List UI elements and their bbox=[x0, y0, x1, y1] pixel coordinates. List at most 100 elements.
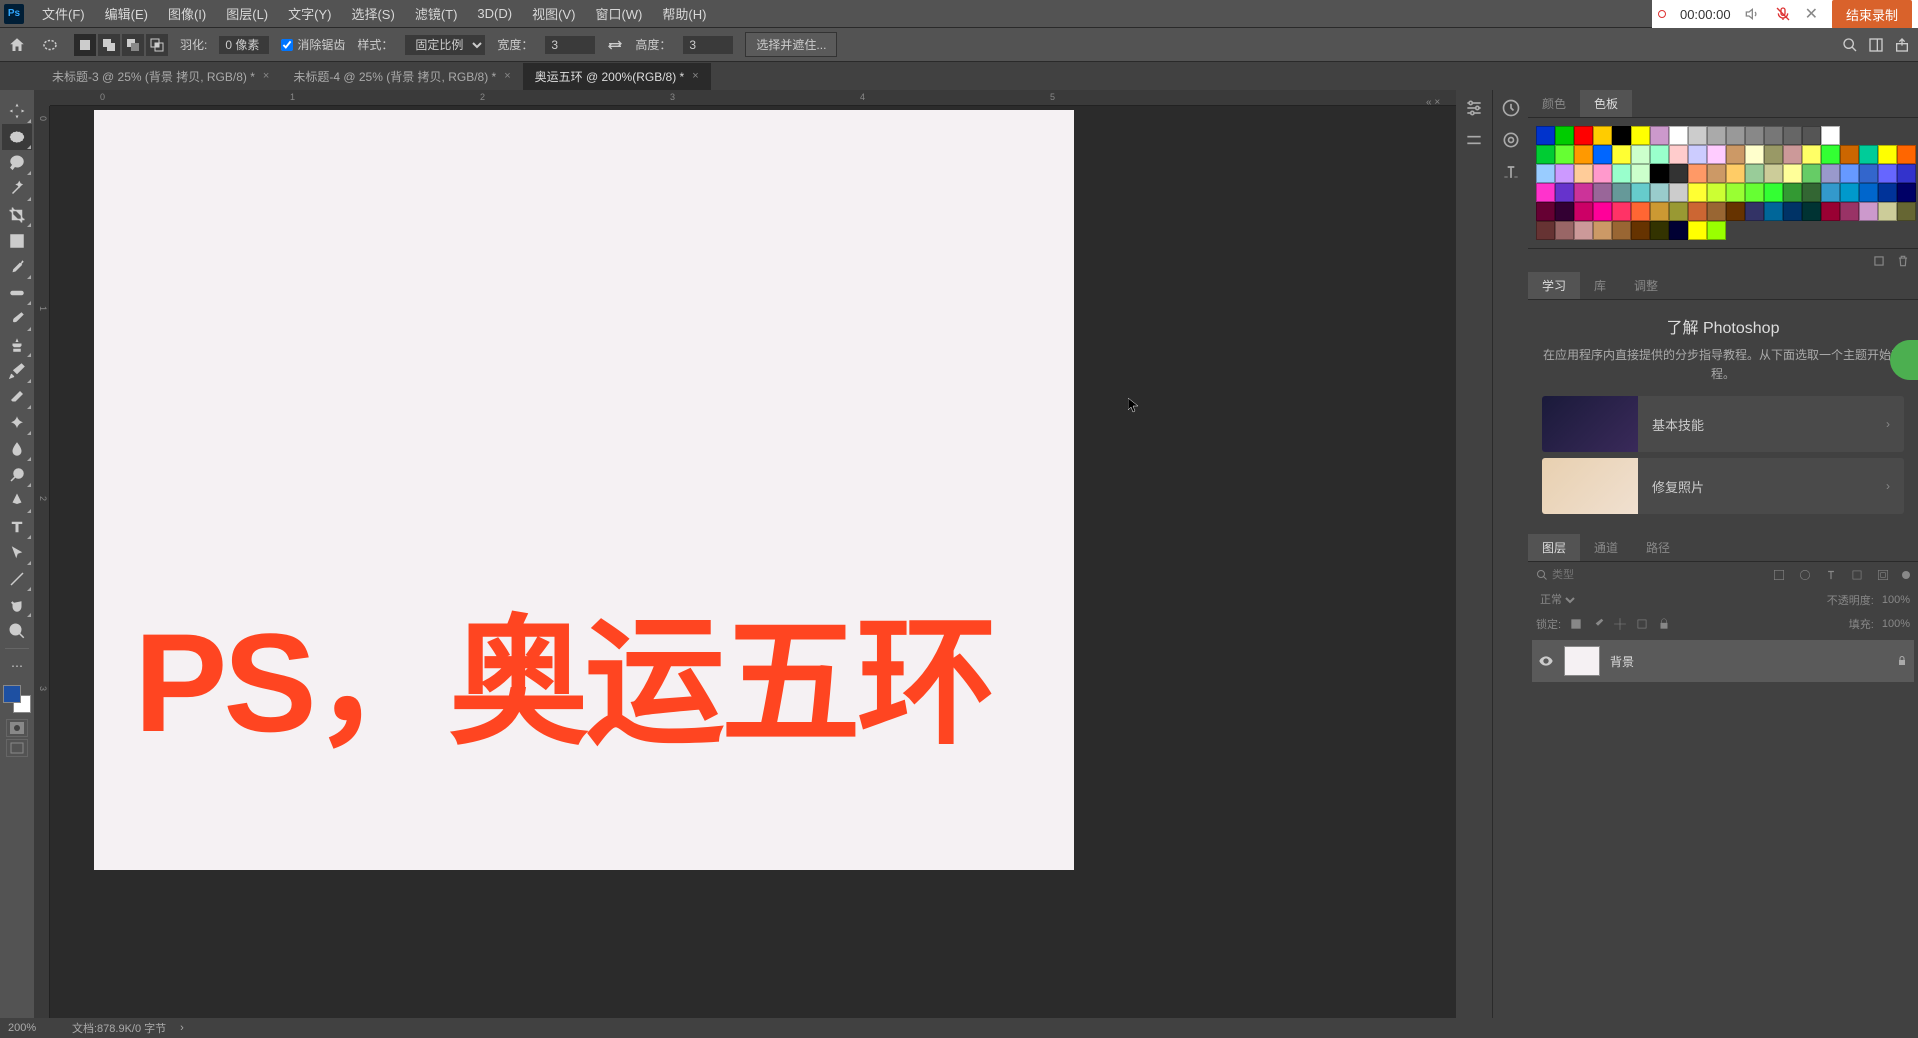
color-swatch[interactable] bbox=[1707, 164, 1726, 183]
color-swatch[interactable] bbox=[1536, 202, 1555, 221]
color-swatch[interactable] bbox=[1821, 183, 1840, 202]
doc-collapse-buttons[interactable]: « × bbox=[1426, 90, 1456, 114]
style-select[interactable]: 固定比例 bbox=[405, 35, 485, 55]
edit-toolbar-button[interactable]: ⋯ bbox=[2, 653, 32, 679]
eraser-tool[interactable] bbox=[2, 384, 32, 410]
sliders-icon[interactable] bbox=[1464, 130, 1484, 150]
color-swatch[interactable] bbox=[1897, 145, 1916, 164]
tab-color[interactable]: 颜色 bbox=[1528, 90, 1580, 117]
layer-name[interactable]: 背景 bbox=[1610, 653, 1886, 670]
color-swatch[interactable] bbox=[1764, 164, 1783, 183]
canvas[interactable] bbox=[94, 110, 1074, 870]
color-swatch[interactable] bbox=[1669, 221, 1688, 240]
screen-mode-button[interactable] bbox=[6, 739, 28, 757]
zoom-value[interactable]: 200% bbox=[8, 1022, 58, 1034]
healing-brush-tool[interactable] bbox=[2, 280, 32, 306]
color-swatch[interactable] bbox=[1688, 221, 1707, 240]
color-swatch[interactable] bbox=[1707, 221, 1726, 240]
tab-paths[interactable]: 路径 bbox=[1632, 534, 1684, 561]
menu-filter[interactable]: 滤镜(T) bbox=[405, 0, 468, 27]
color-swatch[interactable] bbox=[1726, 164, 1745, 183]
elliptical-marquee-tool[interactable] bbox=[2, 124, 32, 150]
home-icon[interactable] bbox=[8, 36, 26, 54]
tab-learn[interactable]: 学习 bbox=[1528, 272, 1580, 299]
color-swatch[interactable] bbox=[1593, 202, 1612, 221]
adjustments-icon[interactable] bbox=[1464, 98, 1484, 118]
speaker-icon[interactable] bbox=[1745, 6, 1761, 22]
close-icon[interactable]: × bbox=[263, 70, 269, 82]
color-swatch[interactable] bbox=[1859, 164, 1878, 183]
menu-help[interactable]: 帮助(H) bbox=[652, 0, 716, 27]
document-info[interactable]: 文档:878.9K/0 字节 bbox=[72, 1020, 166, 1036]
color-swatch[interactable] bbox=[1555, 183, 1574, 202]
recorder-close-button[interactable]: ✕ bbox=[1805, 4, 1818, 24]
color-swatch[interactable] bbox=[1859, 202, 1878, 221]
ruler-horizontal[interactable]: 0 1 2 3 4 5 bbox=[50, 90, 1456, 106]
color-swatch[interactable] bbox=[1726, 202, 1745, 221]
color-swatch[interactable] bbox=[1745, 145, 1764, 164]
color-swatch[interactable] bbox=[1745, 164, 1764, 183]
color-swatch[interactable] bbox=[1821, 126, 1840, 145]
menu-select[interactable]: 选择(S) bbox=[341, 0, 404, 27]
color-swatch[interactable] bbox=[1536, 183, 1555, 202]
color-swatch[interactable] bbox=[1669, 164, 1688, 183]
color-swatch[interactable] bbox=[1745, 126, 1764, 145]
selection-subtract-button[interactable] bbox=[122, 34, 144, 56]
color-swatch[interactable] bbox=[1536, 221, 1555, 240]
color-swatch[interactable] bbox=[1593, 183, 1612, 202]
selection-add-button[interactable] bbox=[98, 34, 120, 56]
color-swatch[interactable] bbox=[1536, 126, 1555, 145]
color-swatch[interactable] bbox=[1593, 164, 1612, 183]
workspace-icon[interactable] bbox=[1868, 37, 1884, 53]
select-and-mask-button[interactable]: 选择并遮住... bbox=[745, 32, 837, 57]
color-swatch[interactable] bbox=[1783, 145, 1802, 164]
color-swatch[interactable] bbox=[1840, 183, 1859, 202]
filter-adjustment-icon[interactable] bbox=[1798, 568, 1812, 582]
quick-mask-button[interactable] bbox=[6, 719, 28, 737]
learn-item-retouch[interactable]: 修复照片 › bbox=[1542, 458, 1904, 514]
color-swatch[interactable] bbox=[1821, 202, 1840, 221]
color-swatch[interactable] bbox=[1669, 126, 1688, 145]
color-swatch[interactable] bbox=[1688, 202, 1707, 221]
learn-item-basics[interactable]: 基本技能 › bbox=[1542, 396, 1904, 452]
color-swatch[interactable] bbox=[1669, 183, 1688, 202]
color-swatch[interactable] bbox=[1555, 164, 1574, 183]
menu-text[interactable]: 文字(Y) bbox=[278, 0, 341, 27]
color-swatch[interactable] bbox=[1631, 221, 1650, 240]
history-brush-tool[interactable] bbox=[2, 358, 32, 384]
lock-pixels-icon[interactable] bbox=[1569, 617, 1583, 631]
document-tab-active[interactable]: 奥运五环 @ 200%(RGB/8) *× bbox=[523, 63, 711, 90]
color-swatch[interactable] bbox=[1878, 164, 1897, 183]
color-swatch[interactable] bbox=[1802, 126, 1821, 145]
close-icon[interactable]: × bbox=[692, 70, 698, 82]
color-swatch[interactable] bbox=[1631, 183, 1650, 202]
foreground-color-swatch[interactable] bbox=[3, 685, 21, 703]
color-swatch[interactable] bbox=[1555, 221, 1574, 240]
color-swatch[interactable] bbox=[1726, 145, 1745, 164]
color-swatch[interactable] bbox=[1631, 126, 1650, 145]
color-swatch[interactable] bbox=[1631, 145, 1650, 164]
tab-swatches[interactable]: 色板 bbox=[1580, 90, 1632, 117]
color-swatch[interactable] bbox=[1555, 126, 1574, 145]
trash-icon[interactable] bbox=[1896, 254, 1910, 268]
color-swatch[interactable] bbox=[1783, 183, 1802, 202]
color-swatch[interactable] bbox=[1631, 164, 1650, 183]
color-swatch[interactable] bbox=[1840, 145, 1859, 164]
menu-image[interactable]: 图像(I) bbox=[158, 0, 216, 27]
filter-smart-icon[interactable] bbox=[1876, 568, 1890, 582]
color-swatch[interactable] bbox=[1783, 164, 1802, 183]
color-swatch[interactable] bbox=[1593, 145, 1612, 164]
menu-file[interactable]: 文件(F) bbox=[32, 0, 95, 27]
tab-library[interactable]: 库 bbox=[1580, 272, 1620, 299]
feather-input[interactable] bbox=[219, 36, 269, 54]
filter-toggle-icon[interactable] bbox=[1902, 571, 1910, 579]
selection-new-button[interactable] bbox=[74, 34, 96, 56]
color-swatch[interactable] bbox=[1897, 183, 1916, 202]
document-tab[interactable]: 未标题-4 @ 25% (背景 拷贝, RGB/8) *× bbox=[281, 63, 522, 90]
color-swatch[interactable] bbox=[1745, 183, 1764, 202]
filter-image-icon[interactable] bbox=[1772, 568, 1786, 582]
color-swatch[interactable] bbox=[1897, 202, 1916, 221]
blend-mode-select[interactable]: 正常 bbox=[1536, 593, 1578, 607]
hand-tool[interactable] bbox=[2, 592, 32, 618]
color-swatch[interactable] bbox=[1783, 202, 1802, 221]
